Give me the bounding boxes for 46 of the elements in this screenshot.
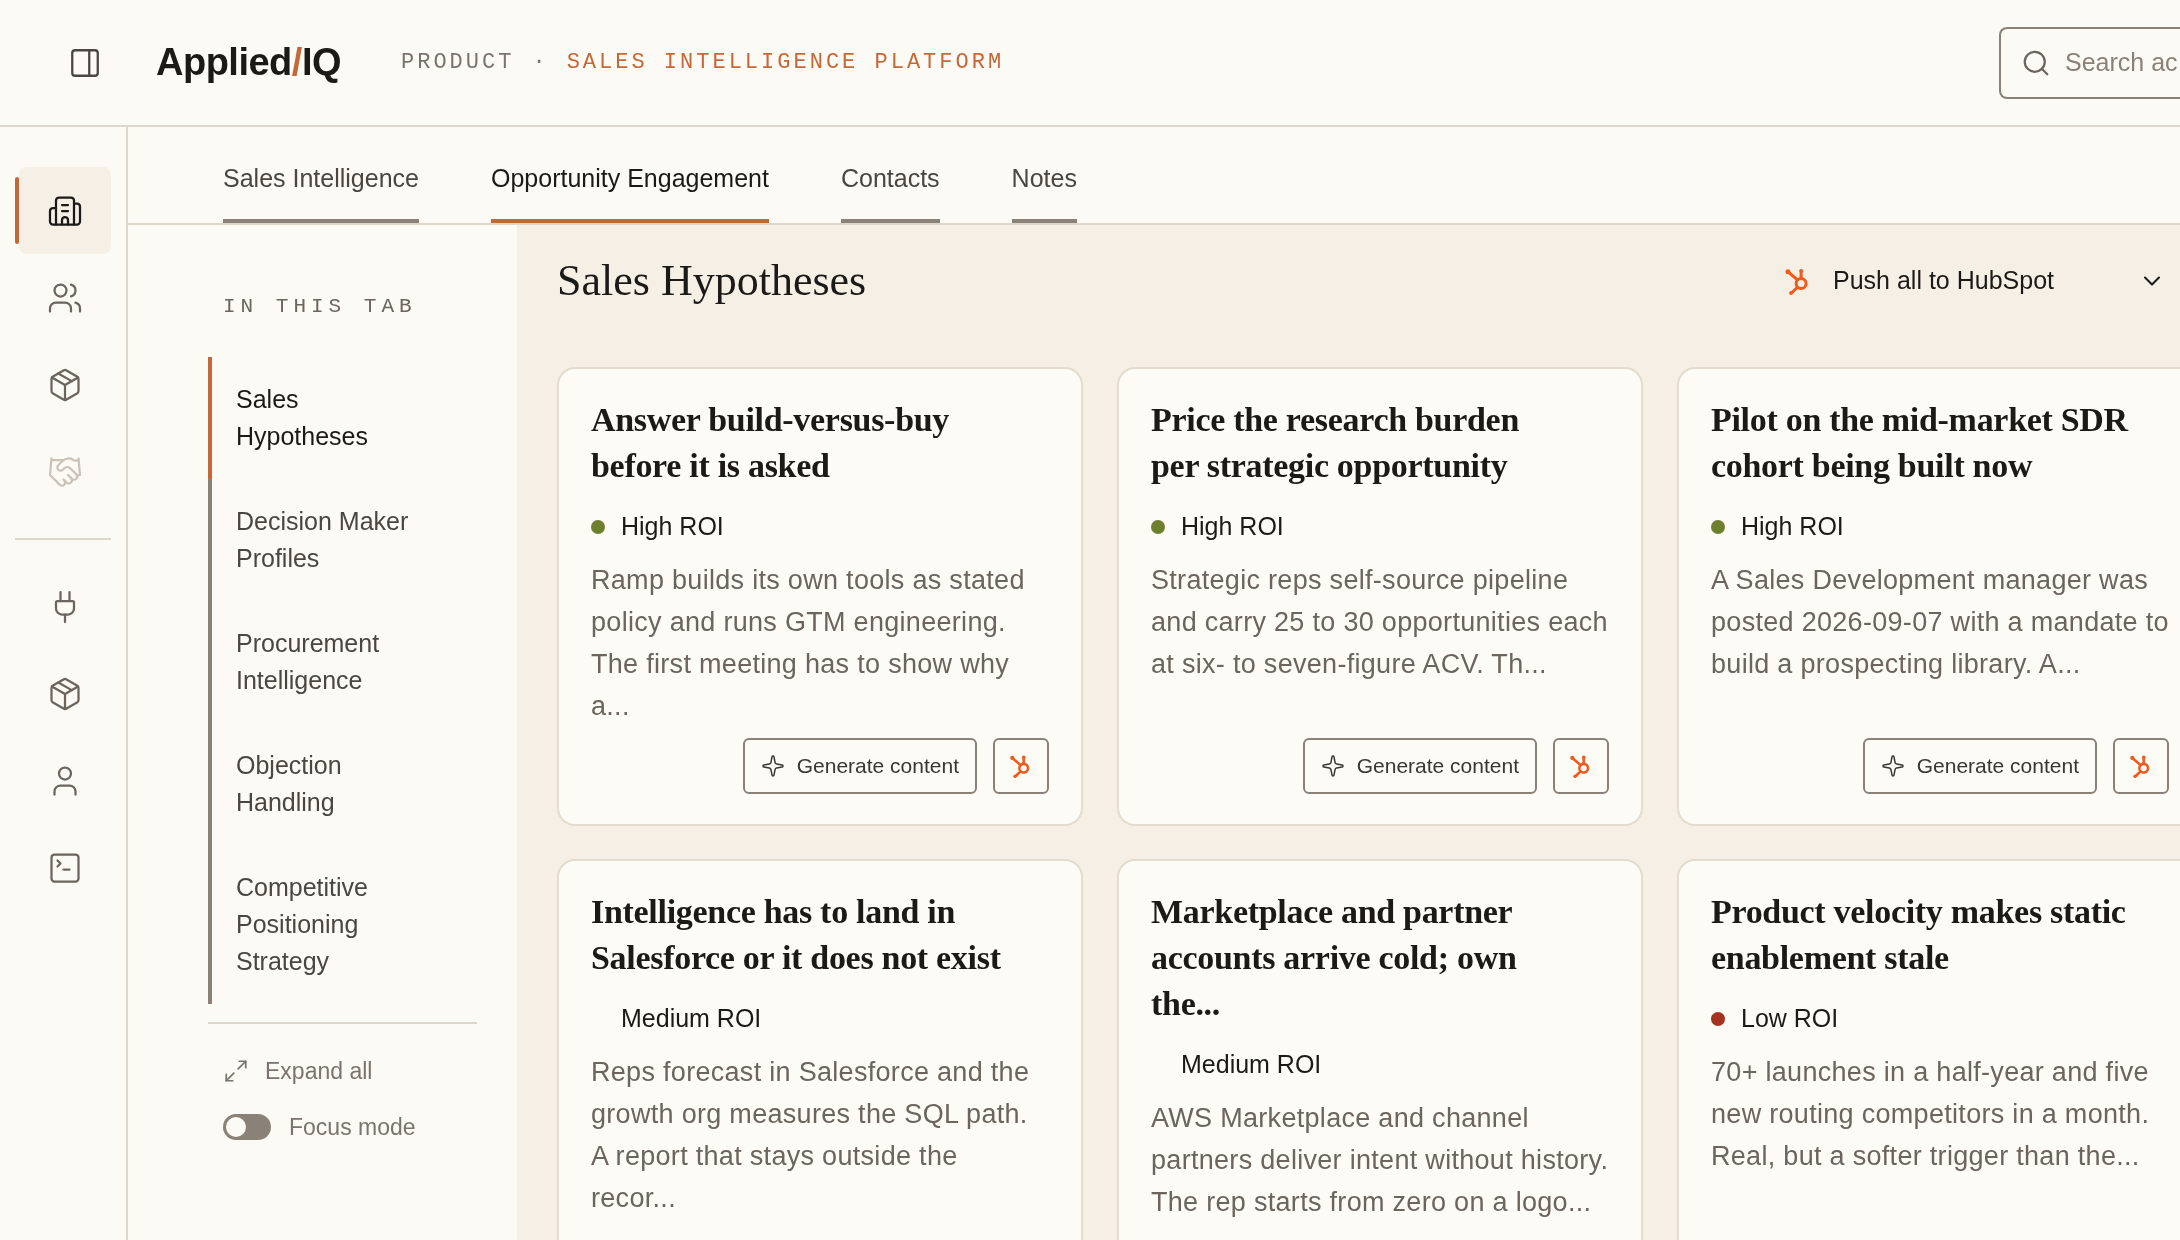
push-to-hubspot-button[interactable] [993, 738, 1049, 794]
card-description: Reps forecast in Salesforce and the growth org measures the SQL path. A report that stays outside the recor... [591, 1056, 1031, 1215]
outline-item[interactable]: Competitive Positioning Strategy [208, 844, 477, 1004]
expand-icon [223, 1057, 249, 1084]
card-title: Product velocity makes static enablement stale [1711, 892, 2127, 978]
push-to-hubspot-button[interactable] [2113, 738, 2169, 794]
sparkle-icon [1880, 754, 1905, 778]
card-description: Ramp builds its own tools as stated policy and runs GTM engineering. The first meeting has to show why a... [591, 564, 1026, 723]
roi-label: Low ROI [1741, 1003, 1839, 1035]
tab[interactable]: Sales Intelligence [223, 159, 419, 223]
outline-item[interactable]: Procurement Intelligence [208, 600, 477, 723]
generate-content-button[interactable]: Generate content [742, 738, 977, 794]
expand-all-button[interactable]: Expand all [223, 1053, 477, 1088]
roi-label: Medium ROI [621, 1003, 762, 1035]
outline-item[interactable]: Decision Maker Profiles [208, 478, 477, 601]
rail-button[interactable] [19, 167, 111, 254]
roi-label: High ROI [621, 511, 724, 543]
generate-content-button[interactable]: Generate content [1862, 738, 2097, 794]
sparkle-icon [760, 754, 785, 778]
breadcrumb: PRODUCT · SALES INTELLIGENCE PLATFORM [401, 49, 1005, 77]
card-description: AWS Marketplace and channel partners deliver intent without history. The rep starts from zero on a logo... [1151, 1102, 1609, 1219]
box-icon [47, 675, 83, 712]
outline-heading: IN THIS TAB [222, 294, 418, 320]
push-to-hubspot-button[interactable] [1553, 738, 1609, 794]
focus-mode-label: Focus mode [289, 1113, 416, 1142]
push-all-button[interactable]: Push all to HubSpot [1783, 262, 2166, 300]
app-logo: Applied/IQ [156, 40, 341, 85]
roi-label: High ROI [1181, 511, 1284, 543]
card-title: Pilot on the mid-market SDR cohort being built now [1711, 400, 2130, 486]
card-title: Answer build-versus-buy before it is asked [591, 400, 951, 486]
box-icon [47, 366, 83, 403]
outline-item[interactable]: Objection Handling [208, 722, 477, 845]
sparkle-icon [1320, 754, 1345, 778]
section-title: Sales Hypotheses [557, 255, 867, 307]
card-description: 70+ launches in a half-year and five new routing competitors in a month. Real, but a softer trigger than the... [1711, 1056, 2151, 1173]
roi-label: Medium ROI [1181, 1049, 1322, 1081]
card-title: Marketplace and partner accounts arrive cold; own the... [1151, 892, 1518, 1024]
search-field[interactable]: Search ac [1999, 26, 2180, 99]
card-description: A Sales Development manager was posted 2026-09-07 with a mandate to build a prospecting library. A... [1711, 564, 2169, 681]
generate-content-button[interactable]: Generate content [1302, 738, 1537, 794]
card-title: Intelligence has to land in Salesforce or it does not exist [591, 892, 1002, 978]
focus-mode-toggle[interactable] [223, 1114, 271, 1141]
card-title: Price the research burden per strategic opportunity [1151, 400, 1520, 486]
roi-label: High ROI [1741, 511, 1844, 543]
card-description: Strategic reps self-source pipeline and carry 25 to 30 opportunities each at six- to seven-figure ACV. Th... [1151, 564, 1609, 681]
outline-item[interactable]: Sales Hypotheses [208, 356, 477, 479]
